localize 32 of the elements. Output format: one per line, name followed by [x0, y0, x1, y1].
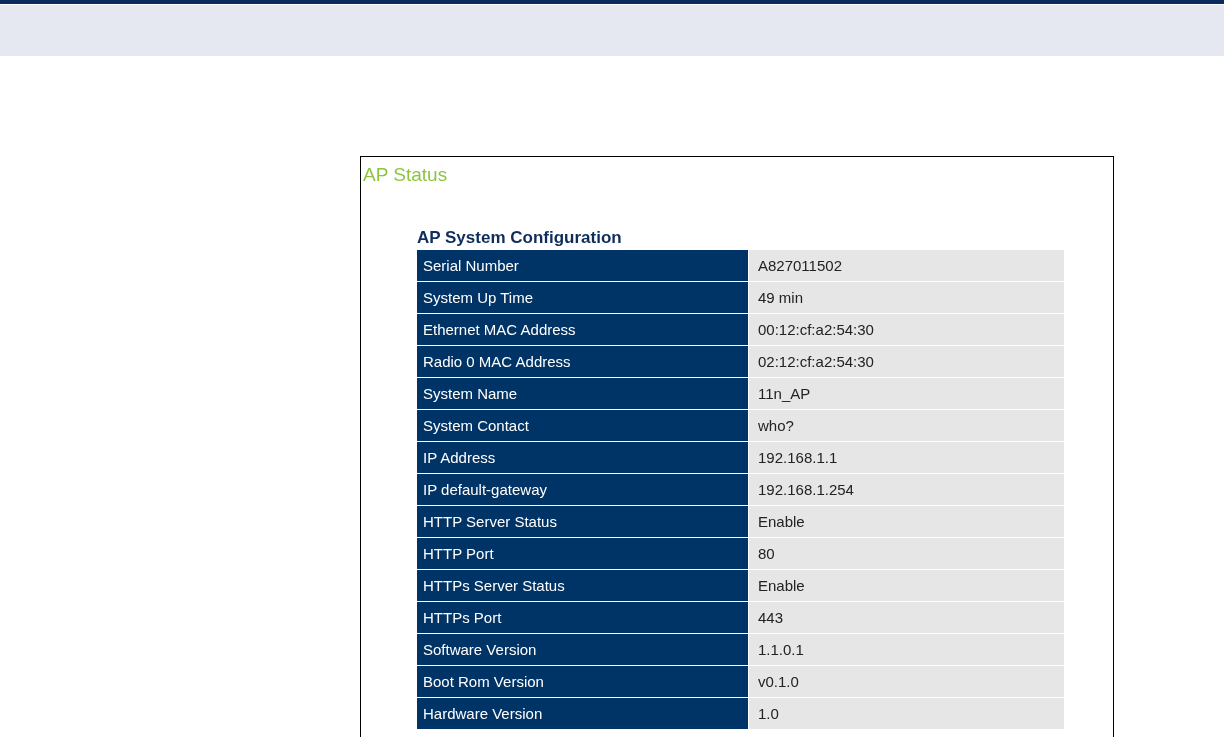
row-value: 192.168.1.254 — [748, 473, 1065, 506]
row-label: Boot Rom Version — [417, 665, 749, 698]
row-value: 02:12:cf:a2:54:30 — [748, 345, 1065, 378]
row-value: v0.1.0 — [748, 665, 1065, 698]
row-label: HTTP Server Status — [417, 505, 749, 538]
row-label: Ethernet MAC Address — [417, 313, 749, 346]
row-label: IP Address — [417, 441, 749, 474]
row-value: 192.168.1.1 — [748, 441, 1065, 474]
row-label: HTTP Port — [417, 537, 749, 570]
row-value: A827011502 — [748, 249, 1065, 282]
panel-title: AP Status — [363, 163, 448, 187]
row-value: 49 min — [748, 281, 1065, 314]
row-value: 80 — [748, 537, 1065, 570]
row-label: Software Version — [417, 633, 749, 666]
row-label: Radio 0 MAC Address — [417, 345, 749, 378]
row-value: 00:12:cf:a2:54:30 — [748, 313, 1065, 346]
row-label: System Name — [417, 377, 749, 410]
row-value: 11n_AP — [748, 377, 1065, 410]
row-value: who? — [748, 409, 1065, 442]
row-value: 443 — [748, 601, 1065, 634]
row-label: HTTPs Port — [417, 601, 749, 634]
section-heading: AP System Configuration — [417, 227, 622, 249]
row-value: Enable — [748, 505, 1065, 538]
row-value: 1.1.0.1 — [748, 633, 1065, 666]
row-label: IP default-gateway — [417, 473, 749, 506]
row-label: Hardware Version — [417, 697, 749, 730]
row-value: Enable — [748, 569, 1065, 602]
row-label: System Contact — [417, 409, 749, 442]
row-label: System Up Time — [417, 281, 749, 314]
row-value: 1.0 — [748, 697, 1065, 730]
row-label: Serial Number — [417, 249, 749, 282]
row-label: HTTPs Server Status — [417, 569, 749, 602]
